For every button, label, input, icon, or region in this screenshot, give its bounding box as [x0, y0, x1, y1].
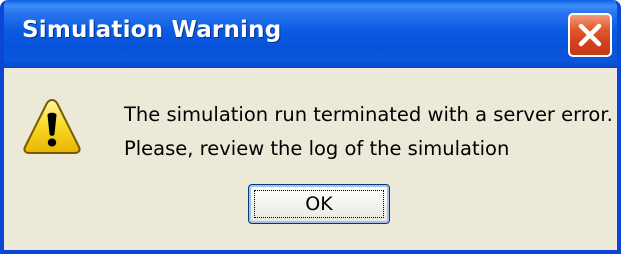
message-line: Please, review the log of the simulation	[124, 137, 510, 160]
close-button[interactable]	[568, 13, 612, 57]
window-title: Simulation Warning	[22, 17, 282, 43]
warning-message: The simulation run terminated with a ser…	[124, 98, 613, 166]
close-icon	[578, 23, 602, 47]
ok-button-label: OK	[305, 193, 333, 215]
warning-icon	[23, 98, 81, 154]
dialog-window: Simulation Warning The simulation run te…	[0, 0, 621, 254]
title-bar[interactable]: Simulation Warning	[4, 0, 617, 68]
message-line: The simulation run terminated with a ser…	[124, 103, 613, 126]
ok-button[interactable]: OK	[248, 184, 390, 224]
dialog-body: The simulation run terminated with a ser…	[4, 68, 617, 250]
